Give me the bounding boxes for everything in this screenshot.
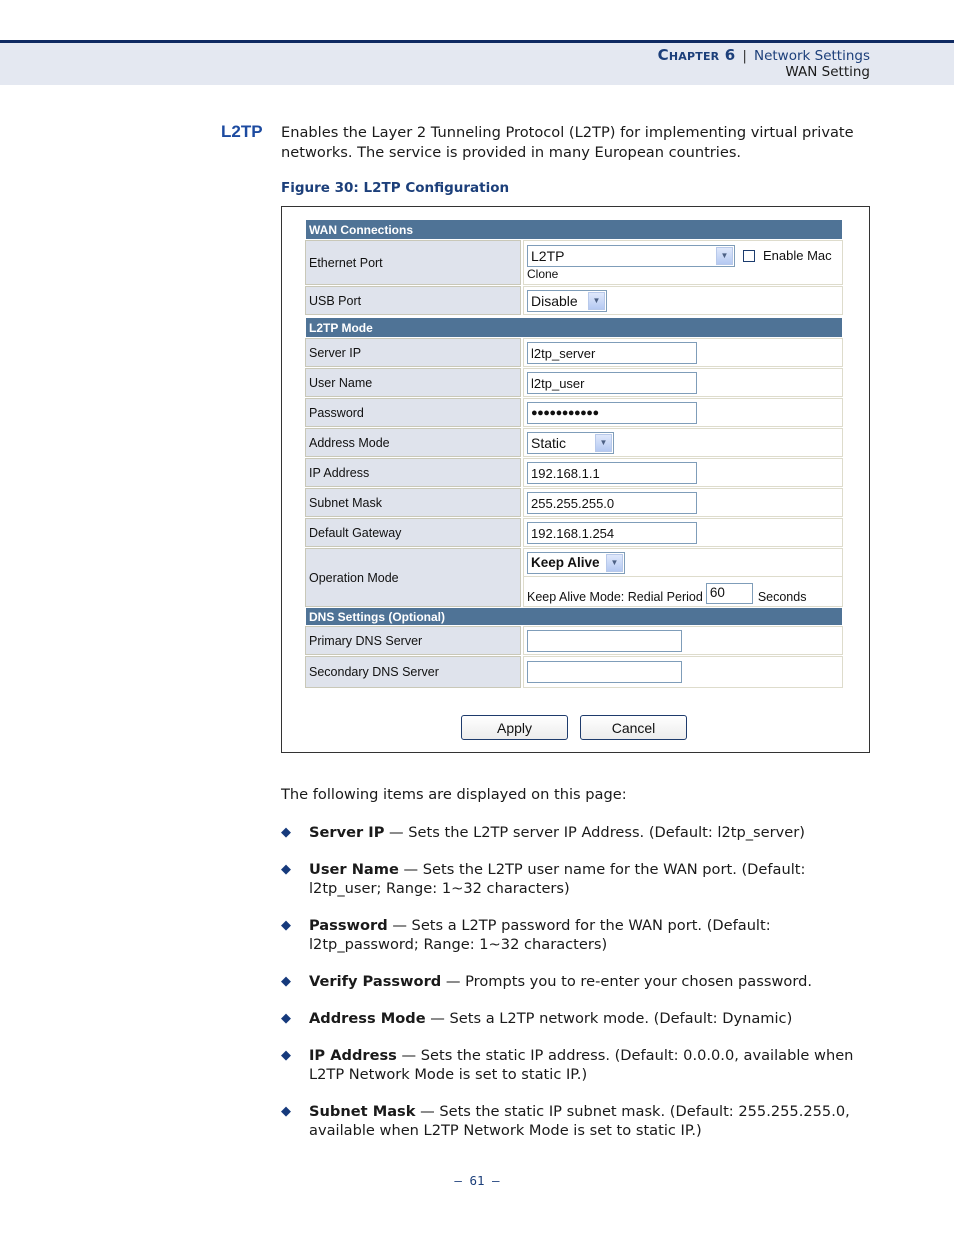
diamond-bullet-icon: ◆ bbox=[281, 973, 291, 989]
secondary-dns-label: Secondary DNS Server bbox=[305, 656, 521, 688]
dns-settings-header: DNS Settings (Optional) bbox=[305, 607, 843, 625]
running-header: Chapter 6 | Network Settings bbox=[658, 46, 870, 64]
primary-dns-input[interactable] bbox=[527, 629, 682, 652]
enable-mac-label: Enable Mac bbox=[763, 248, 832, 263]
primary-dns-row: Primary DNS Server bbox=[305, 625, 843, 655]
subnet-mask-row: Subnet Mask 255.255.255.0 bbox=[305, 487, 843, 517]
ethernet-port-row: Ethernet Port L2TP ▼ Enable Mac Clone bbox=[305, 239, 843, 285]
diamond-bullet-icon: ◆ bbox=[281, 1103, 291, 1119]
chevron-down-icon: ▼ bbox=[595, 433, 612, 452]
list-item: ◆ Server IP — Sets the L2TP server IP Add… bbox=[281, 824, 805, 841]
operation-mode-row: Operation Mode Keep Alive ▼ Keep Alive M… bbox=[305, 547, 843, 607]
chevron-down-icon: ▼ bbox=[588, 291, 605, 310]
l2tp-mode-header: L2TP Mode bbox=[305, 317, 843, 337]
subsection-name: WAN Setting bbox=[785, 64, 870, 80]
operation-mode-label: Operation Mode bbox=[305, 548, 521, 607]
default-gateway-input[interactable]: 192.168.1.254 bbox=[527, 521, 697, 544]
list-item: ◆ IP Address — Sets the static IP address… bbox=[281, 1046, 854, 1084]
section-intro: Enables the Layer 2 Tunneling Protocol (… bbox=[281, 124, 854, 161]
list-item: ◆ Subnet Mask — Sets the static IP subnet… bbox=[281, 1102, 850, 1140]
user-name-row: User Name l2tp_user bbox=[305, 367, 843, 397]
clone-label: Clone bbox=[527, 266, 559, 281]
figure-caption: Figure 30: L2TP Configuration bbox=[281, 180, 510, 196]
page-number: – 61 – bbox=[454, 1173, 500, 1188]
item-list: ◆ Server IP — Sets the L2TP server IP Add… bbox=[281, 823, 871, 1158]
diamond-bullet-icon: ◆ bbox=[281, 1011, 291, 1026]
usb-port-select[interactable]: Disable ▼ bbox=[527, 289, 607, 312]
wan-connections-header: WAN Connections bbox=[305, 219, 843, 239]
section-name: Network Settings bbox=[753, 48, 870, 64]
secondary-dns-input[interactable] bbox=[527, 661, 682, 683]
form-actions: Apply Cancel bbox=[461, 715, 687, 740]
address-mode-row: Address Mode Static ▼ bbox=[305, 427, 843, 457]
ip-address-label: IP Address bbox=[305, 458, 521, 487]
diamond-bullet-icon: ◆ bbox=[281, 917, 291, 933]
apply-button[interactable]: Apply bbox=[461, 715, 568, 740]
usb-port-row: USB Port Disable ▼ bbox=[305, 285, 843, 315]
ethernet-port-select[interactable]: L2TP ▼ bbox=[527, 244, 735, 267]
address-mode-select[interactable]: Static ▼ bbox=[527, 431, 614, 454]
password-input[interactable]: ●●●●●●●●●●● bbox=[527, 401, 697, 424]
chevron-down-icon: ▼ bbox=[606, 553, 623, 572]
chevron-down-icon: ▼ bbox=[716, 246, 733, 265]
default-gateway-row: Default Gateway 192.168.1.254 bbox=[305, 517, 843, 547]
list-item: ◆ User Name — Sets the L2TP user name for… bbox=[281, 860, 806, 898]
diamond-bullet-icon: ◆ bbox=[281, 861, 291, 877]
list-item: ◆ Password — Sets a L2TP password for the… bbox=[281, 916, 771, 954]
subnet-mask-input[interactable]: 255.255.255.0 bbox=[527, 491, 697, 514]
ethernet-port-label: Ethernet Port bbox=[305, 240, 521, 285]
server-ip-label: Server IP bbox=[305, 338, 521, 367]
section-heading: L2TP bbox=[221, 122, 263, 141]
server-ip-row: Server IP l2tp_server bbox=[305, 337, 843, 367]
secondary-dns-row: Secondary DNS Server bbox=[305, 655, 843, 688]
user-name-input[interactable]: l2tp_user bbox=[527, 371, 697, 394]
password-label: Password bbox=[305, 398, 521, 427]
header-separator: | bbox=[742, 48, 747, 64]
server-ip-input[interactable]: l2tp_server bbox=[527, 341, 697, 364]
list-intro: The following items are displayed on thi… bbox=[281, 786, 627, 803]
ip-address-row: IP Address 192.168.1.1 bbox=[305, 457, 843, 487]
diamond-bullet-icon: ◆ bbox=[281, 1047, 291, 1063]
subnet-mask-label: Subnet Mask bbox=[305, 488, 521, 517]
user-name-label: User Name bbox=[305, 368, 521, 397]
diamond-bullet-icon: ◆ bbox=[281, 825, 291, 840]
list-item: ◆ Verify Password — Prompts you to re-ent… bbox=[281, 972, 812, 990]
default-gateway-label: Default Gateway bbox=[305, 518, 521, 547]
redial-unit-label: Seconds bbox=[757, 590, 807, 604]
redial-period-label: Keep Alive Mode: Redial Period bbox=[527, 590, 703, 604]
cancel-button[interactable]: Cancel bbox=[580, 715, 687, 740]
address-mode-label: Address Mode bbox=[305, 428, 521, 457]
primary-dns-label: Primary DNS Server bbox=[305, 626, 521, 655]
l2tp-config-form: WAN Connections Ethernet Port L2TP ▼ Ena… bbox=[305, 219, 843, 688]
enable-mac-clone-checkbox[interactable] bbox=[743, 249, 755, 262]
password-row: Password ●●●●●●●●●●● bbox=[305, 397, 843, 427]
list-item: ◆ Address Mode — Sets a L2TP network mode… bbox=[281, 1010, 793, 1027]
ip-address-input[interactable]: 192.168.1.1 bbox=[527, 461, 697, 484]
operation-mode-select[interactable]: Keep Alive ▼ bbox=[527, 551, 625, 574]
chapter-label: Chapter 6 bbox=[657, 46, 736, 64]
redial-period-input[interactable]: 60 bbox=[705, 583, 753, 604]
usb-port-label: USB Port bbox=[305, 286, 521, 315]
